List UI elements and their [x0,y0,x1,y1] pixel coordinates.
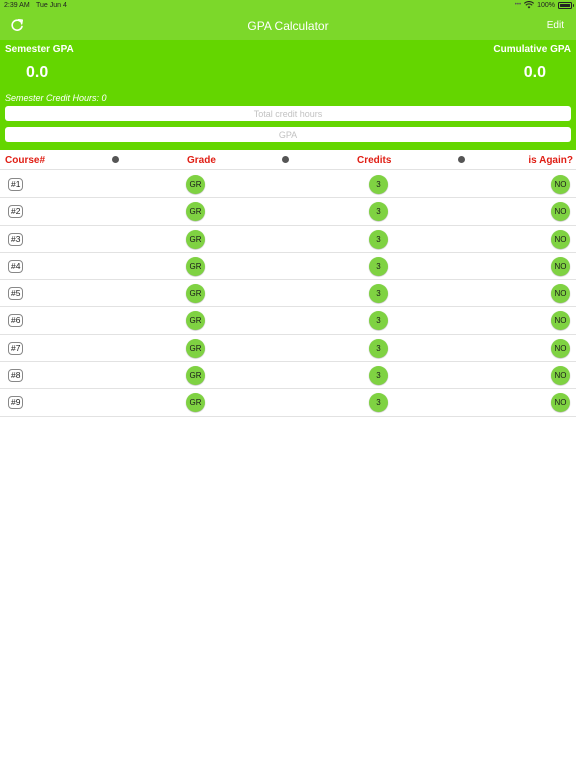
course-number: #3 [8,232,24,246]
separator-dot [112,156,119,163]
separator-dot [282,156,289,163]
grade-button[interactable]: GR [186,311,205,331]
is-again-toggle[interactable]: NO [551,229,570,249]
course-list: #1 GR 3 NO #2 GR 3 NO #3 GR 3 NO #4 GR 3… [0,171,576,417]
nav-title: GPA Calculator [247,19,329,33]
separator-dot [458,156,465,163]
cumulative-gpa-value: 0.0 [523,64,546,81]
is-again-toggle[interactable]: NO [551,202,570,222]
credits-button[interactable]: 3 [369,311,388,331]
column-credits: Credits [357,155,392,166]
course-number: #4 [8,259,24,273]
gpa-input[interactable] [5,127,571,142]
is-again-toggle[interactable]: NO [551,284,570,304]
course-number: #6 [8,314,24,328]
total-credit-hours-input[interactable] [5,106,571,121]
course-row: #8 GR 3 NO [0,362,576,390]
course-row: #5 GR 3 NO [0,280,576,308]
status-right: ••• 100% [514,1,574,9]
gpa-summary: Semester GPA Cumulative GPA 0.0 0.0 Seme… [0,40,576,150]
grade-button[interactable]: GR [186,256,205,276]
battery-icon [558,1,574,9]
credits-button[interactable]: 3 [369,202,388,222]
credits-button[interactable]: 3 [369,256,388,276]
credits-button[interactable]: 3 [369,366,388,386]
nav-bar: GPA Calculator Edit [0,12,576,40]
grade-button[interactable]: GR [186,366,205,386]
is-again-toggle[interactable]: NO [551,366,570,386]
battery-percent: 100% [537,1,555,9]
cumulative-gpa-label: Cumulative GPA [493,44,571,55]
course-row: #9 GR 3 NO [0,389,576,417]
is-again-toggle[interactable]: NO [551,393,570,413]
credits-button[interactable]: 3 [369,393,388,413]
course-row: #2 GR 3 NO [0,198,576,226]
course-row: #3 GR 3 NO [0,226,576,253]
course-number: #5 [8,287,24,301]
course-number: #2 [8,205,24,219]
semester-gpa-value: 0.0 [26,64,49,81]
course-number: #9 [8,396,24,410]
column-course: Course# [5,155,46,166]
credits-button[interactable]: 3 [369,284,388,304]
cellular-icon: ••• [514,2,522,8]
course-number: #1 [8,178,24,191]
semester-gpa-label: Semester GPA [5,44,74,55]
grade-button[interactable]: GR [186,284,205,304]
status-date: Tue Jun 4 [36,2,67,9]
is-again-toggle[interactable]: NO [551,256,570,276]
course-row: #4 GR 3 NO [0,253,576,281]
grade-button[interactable]: GR [186,229,205,249]
column-header: Course# Grade Credits is Again? [0,150,576,170]
course-number: #8 [8,369,24,383]
edit-button[interactable]: Edit [547,20,564,31]
is-again-toggle[interactable]: NO [551,175,570,194]
grade-button[interactable]: GR [186,202,205,222]
wifi-icon [524,1,535,9]
status-time: 2:39 AM [4,2,30,9]
credits-button[interactable]: 3 [369,229,388,249]
course-row: #1 GR 3 NO [0,171,576,199]
column-is-again: is Again? [528,155,573,166]
credits-button[interactable]: 3 [369,338,388,358]
column-grade: Grade [187,155,216,166]
credits-button[interactable]: 3 [369,175,388,194]
course-row: #6 GR 3 NO [0,307,576,335]
grade-button[interactable]: GR [186,338,205,358]
grade-button[interactable]: GR [186,393,205,413]
course-row: #7 GR 3 NO [0,335,576,363]
is-again-toggle[interactable]: NO [551,311,570,331]
status-bar: 2:39 AM Tue Jun 4 ••• 100% [0,0,576,12]
grade-button[interactable]: GR [186,175,205,194]
course-number: #7 [8,341,24,355]
semester-credit-hours: Semester Credit Hours: 0 [5,93,107,103]
is-again-toggle[interactable]: NO [551,338,570,358]
